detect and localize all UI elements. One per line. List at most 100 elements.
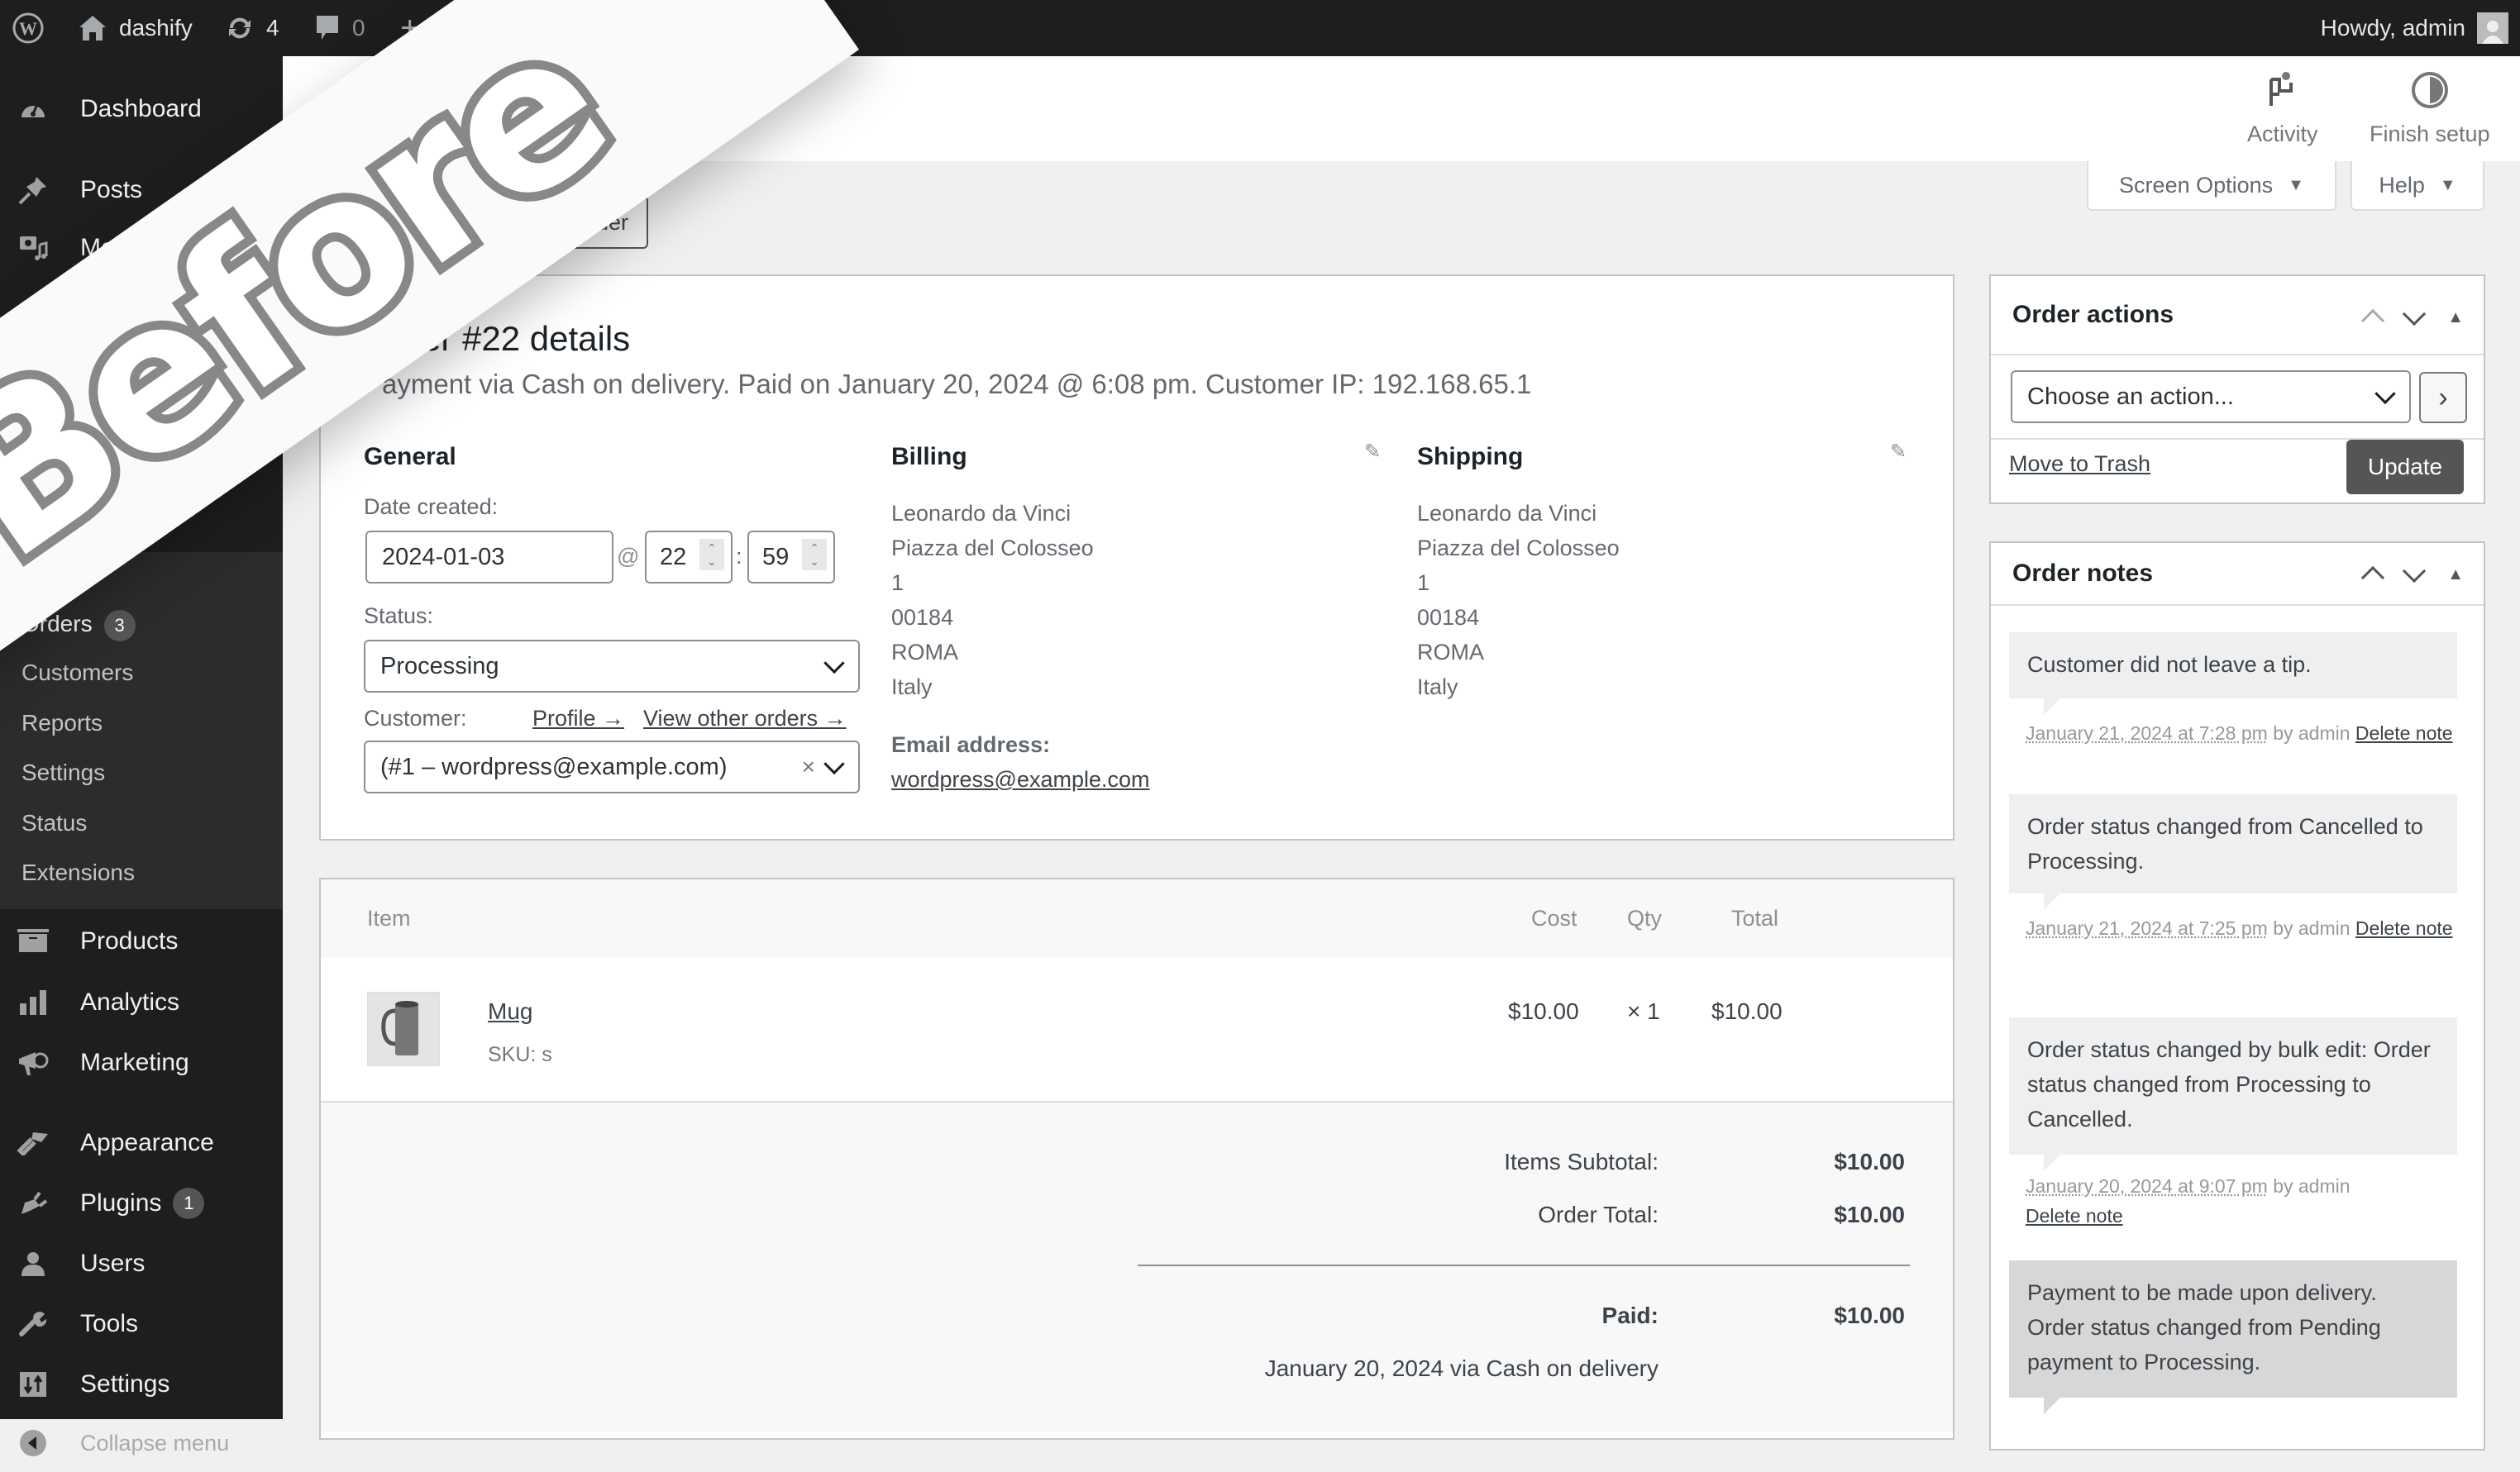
date-created-input[interactable]: 2024-01-03 (365, 531, 613, 584)
move-up-icon[interactable] (2361, 308, 2385, 333)
note-date: January 21, 2024 at 7:28 pm (2026, 722, 2268, 744)
customer-profile-link[interactable]: Profile → (532, 706, 624, 731)
submenu-item-reports[interactable]: Reports (21, 710, 103, 736)
clear-icon[interactable]: × (802, 754, 815, 780)
collapse-menu-button[interactable]: Collapse menu (0, 1414, 283, 1472)
minute-input[interactable]: 59 ⌃ ⌄ (747, 531, 835, 584)
update-label: Update (2367, 454, 2443, 479)
product-name-link[interactable]: Mug (488, 998, 532, 1025)
order-actions-panel: Order actions ▲ Choose an action... › Mo… (1989, 274, 2485, 504)
sidebar-item-tools[interactable]: Tools (0, 1295, 283, 1353)
column-header-total: Total (1731, 906, 1779, 931)
sidebar-item-label: Products (80, 927, 179, 955)
mug-image-icon (381, 1001, 418, 1055)
sidebar-item-marketing[interactable]: Marketing (0, 1034, 283, 1092)
wordpress-logo-button[interactable]: W (12, 0, 45, 56)
collapse-toggle-icon[interactable]: ▲ (2447, 308, 2464, 327)
sidebar-item-label: Tools (80, 1310, 139, 1337)
billing-line: 1 (891, 570, 904, 595)
caret-down-icon: ▼ (2288, 175, 2304, 194)
sidebar-item-appearance[interactable]: Appearance (0, 1114, 283, 1172)
chevron-down-icon (2374, 383, 2396, 405)
sidebar-item-users[interactable]: Users (0, 1235, 283, 1293)
submenu-item-settings[interactable]: Settings (21, 760, 105, 786)
move-down-icon[interactable] (2403, 302, 2427, 326)
submenu-item-customers[interactable]: Customers (21, 660, 133, 686)
customer-select[interactable]: (#1 – wordpress@example.com) × (364, 741, 860, 793)
view-other-orders-link[interactable]: View other orders → (643, 706, 847, 731)
panel-controls: ▲ (2361, 302, 2464, 333)
chevron-down-icon (823, 652, 845, 674)
totals-divider (1138, 1265, 1910, 1266)
progress-circle-icon (2411, 71, 2449, 115)
pin-icon (17, 174, 50, 207)
order-total-label: Order Total: (1538, 1202, 1659, 1227)
delete-note-link[interactable]: Delete note (2026, 1205, 2123, 1227)
items-table-header: Item Cost Qty Total (321, 879, 1953, 957)
screen-options-button[interactable]: Screen Options ▼ (2087, 161, 2336, 211)
dashboard-icon (17, 93, 50, 126)
shipping-line: Italy (1417, 674, 1458, 699)
delete-note-link[interactable]: Delete note (2355, 917, 2453, 939)
sidebar-item-label: Dashboard (80, 95, 202, 122)
sidebar-item-settings[interactable]: Settings (0, 1355, 283, 1413)
move-to-trash-link[interactable]: Move to Trash (2009, 451, 2150, 477)
admin-bar: W dashify 4 0 + Howdy, admin (0, 0, 2520, 56)
help-label: Help (2379, 172, 2425, 198)
sidebar-item-plugins[interactable]: Plugins 1 (0, 1174, 283, 1232)
note-author: by admin (2267, 1175, 2351, 1197)
plugins-update-badge: 1 (173, 1188, 205, 1219)
submenu-item-extensions[interactable]: Extensions (21, 860, 135, 886)
billing-line: Leonardo da Vinci (891, 501, 1071, 526)
product-thumbnail[interactable] (367, 992, 440, 1066)
minute-stepper[interactable]: ⌃ ⌄ (802, 539, 827, 570)
billing-line: ROMA (891, 640, 958, 665)
note-meta: January 20, 2024 at 9:07 pm by admin Dele… (2026, 1171, 2456, 1231)
megaphone-icon (17, 1046, 50, 1079)
date-value: 2024-01-03 (382, 543, 505, 570)
greeting: Howdy, admin (2320, 15, 2465, 40)
collapse-toggle-icon[interactable]: ▲ (2447, 565, 2464, 584)
note-date: January 20, 2024 at 9:07 pm (2026, 1175, 2268, 1197)
orders-count-badge: 3 (103, 610, 136, 641)
move-down-icon[interactable] (2403, 559, 2427, 584)
edit-shipping-pencil-icon[interactable]: ✎ (1890, 440, 1907, 464)
activity-button[interactable]: Activity (2247, 71, 2318, 147)
hour-stepper[interactable]: ⌃ ⌄ (699, 539, 724, 570)
apply-action-button[interactable]: › (2419, 372, 2467, 423)
product-sku: SKU: s (488, 1043, 552, 1066)
sidebar-item-dashboard[interactable]: Dashboard (0, 80, 283, 138)
column-header-item: Item (367, 906, 411, 931)
shipping-line: 00184 (1417, 605, 1480, 630)
order-notes-panel: Order notes ▲ Customer did not leave a t… (1989, 541, 2485, 1451)
help-button[interactable]: Help ▼ (2351, 161, 2484, 211)
update-button[interactable]: Update (2346, 440, 2464, 494)
sidebar-item-products[interactable]: Products (0, 912, 283, 970)
paid-label: Paid: (1601, 1303, 1659, 1328)
activity-label: Activity (2247, 121, 2318, 146)
archive-icon (17, 925, 50, 958)
account-menu[interactable]: Howdy, admin (2321, 0, 2508, 56)
comments-link[interactable]: 0 (314, 0, 365, 56)
edit-billing-pencil-icon[interactable]: ✎ (1364, 440, 1381, 464)
status-select[interactable]: Processing (364, 640, 860, 693)
order-action-select[interactable]: Choose an action... (2011, 370, 2411, 423)
shipping-line: Piazza del Colosseo (1417, 536, 1620, 560)
finish-setup-button[interactable]: Finish setup (2370, 71, 2490, 147)
billing-email-link[interactable]: wordpress@example.com (891, 767, 1150, 793)
order-note: Customer did not leave a tip. (2009, 632, 2457, 715)
delete-note-link[interactable]: Delete note (2355, 722, 2453, 744)
chevron-right-icon: › (2438, 381, 2448, 413)
site-name: dashify (119, 15, 193, 40)
note-author: by admin (2267, 722, 2355, 744)
finish-setup-label: Finish setup (2370, 121, 2490, 146)
updates-link[interactable]: 4 (225, 0, 279, 56)
minute-value: 59 (762, 543, 790, 570)
site-name-link[interactable]: dashify (78, 0, 193, 56)
hour-value: 22 (660, 543, 687, 570)
move-up-icon[interactable] (2361, 565, 2385, 590)
date-created-label: Date created: (364, 494, 499, 519)
hour-input[interactable]: 22 ⌃ ⌄ (645, 531, 733, 584)
submenu-item-status[interactable]: Status (21, 810, 87, 836)
sidebar-item-analytics[interactable]: Analytics (0, 974, 283, 1031)
